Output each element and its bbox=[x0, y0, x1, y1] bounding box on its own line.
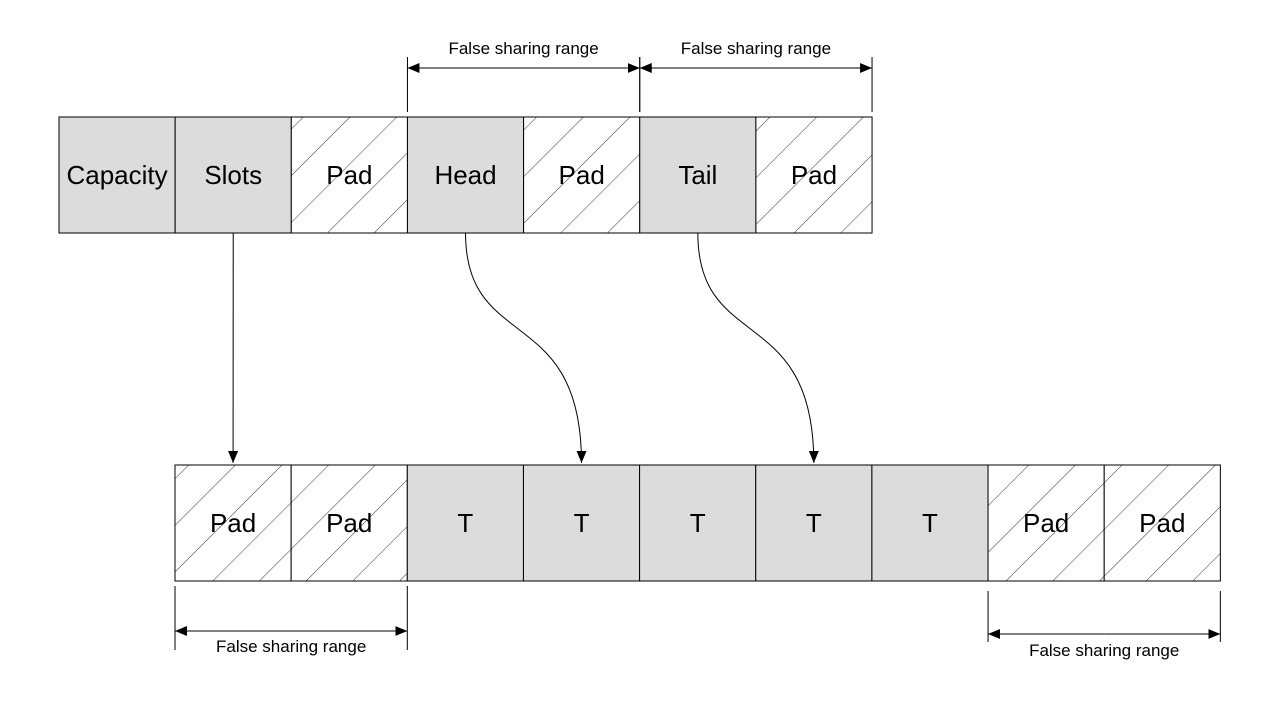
ring-buffer-layout-diagram: Capacity Slots Pad Head Pad Tail Pad Pad Pad T T T… bbox=[58, 39, 1221, 660]
cell-label: Pad bbox=[210, 508, 256, 538]
false-sharing-range: False sharing range bbox=[174, 586, 408, 656]
range-label: False sharing range bbox=[216, 637, 366, 656]
cell-head: Head bbox=[406, 116, 525, 234]
cell-label: Capacity bbox=[66, 160, 167, 190]
pointer-arrow-tail bbox=[697, 232, 819, 464]
range-label: False sharing range bbox=[1029, 641, 1179, 660]
range-label: False sharing range bbox=[681, 39, 831, 58]
cell-slots: Slots bbox=[174, 116, 292, 234]
cell-label: T bbox=[690, 508, 706, 538]
cell-pad: Pad bbox=[174, 464, 292, 582]
cell-label: T bbox=[922, 508, 938, 538]
range-label: False sharing range bbox=[448, 39, 598, 58]
cell-label: Pad bbox=[1023, 508, 1069, 538]
cell-t: T bbox=[639, 464, 757, 582]
cell-label: Pad bbox=[559, 160, 605, 190]
cell-capacity: Capacity bbox=[58, 116, 176, 234]
cell-label: Slots bbox=[204, 160, 262, 190]
cell-label: T bbox=[457, 508, 473, 538]
slots-array-row: Pad Pad T T T T T Pad Pad bbox=[174, 464, 1221, 582]
cell-label: Pad bbox=[1139, 508, 1185, 538]
cell-t: T bbox=[522, 464, 641, 582]
cell-t: T bbox=[406, 464, 524, 582]
cell-label: Pad bbox=[326, 508, 372, 538]
cell-label: Tail bbox=[678, 160, 717, 190]
cell-label: Pad bbox=[326, 160, 372, 190]
cell-pad: Pad bbox=[987, 464, 1105, 582]
cell-pad: Pad bbox=[523, 116, 641, 234]
cell-pad: Pad bbox=[755, 116, 873, 234]
false-sharing-range: False sharing range bbox=[406, 39, 641, 112]
pointer-arrows bbox=[228, 232, 819, 464]
struct-fields-row: Capacity Slots Pad Head Pad Tail Pad bbox=[58, 116, 873, 234]
cell-pad: Pad bbox=[1103, 464, 1221, 582]
pointer-arrow-head bbox=[465, 232, 587, 464]
cell-label: Pad bbox=[791, 160, 837, 190]
cell-label: Head bbox=[434, 160, 496, 190]
cell-pad: Pad bbox=[290, 116, 408, 234]
cell-t: T bbox=[871, 464, 989, 582]
false-sharing-range: False sharing range bbox=[639, 39, 873, 112]
cell-label: T bbox=[574, 508, 590, 538]
cell-label: T bbox=[806, 508, 822, 538]
cell-pad: Pad bbox=[290, 464, 408, 582]
cell-tail: Tail bbox=[639, 116, 757, 234]
cell-t: T bbox=[755, 464, 873, 582]
false-sharing-range: False sharing range bbox=[987, 591, 1221, 660]
